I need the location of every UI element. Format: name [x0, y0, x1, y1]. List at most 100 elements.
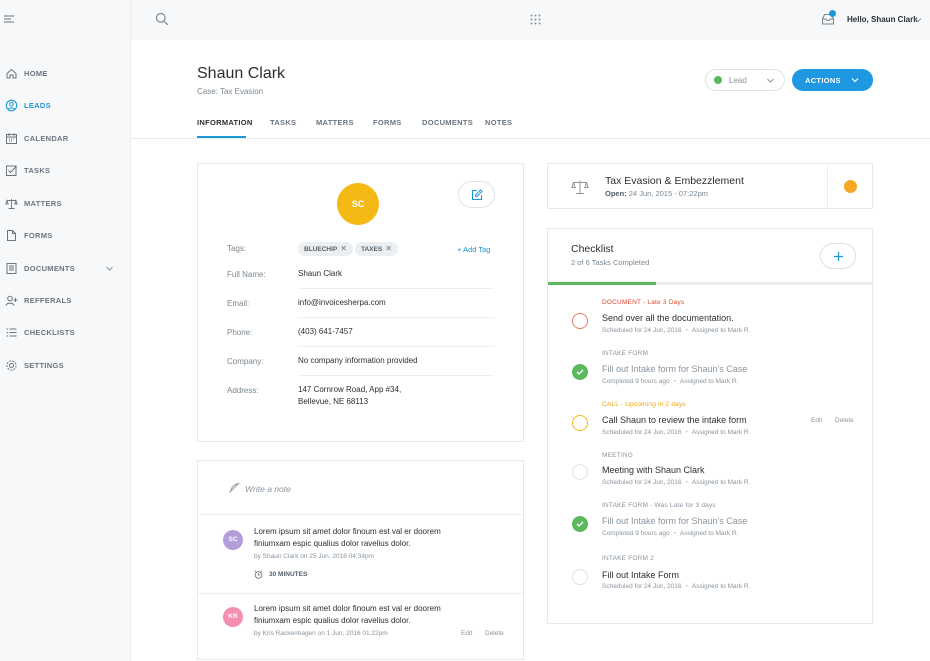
- tab-tasks[interactable]: TASKS: [270, 118, 296, 127]
- full-name-value: Shaun Clark: [298, 269, 343, 278]
- task-checkbox[interactable]: [572, 313, 588, 329]
- sidebar-item-label: LEADS: [24, 101, 51, 110]
- task-category: INTAKE FORM - Was Late for 3 days: [602, 502, 716, 509]
- task-name[interactable]: Fill out Intake form for Shaun's Case: [602, 364, 747, 374]
- divider: [298, 317, 494, 318]
- note-input[interactable]: Write a note: [198, 461, 523, 515]
- note-placeholder: Write a note: [245, 484, 291, 494]
- chevron-down-icon[interactable]: [914, 16, 922, 24]
- sidebar-item-documents[interactable]: DOCUMENTS: [0, 258, 131, 280]
- task-checkbox[interactable]: [572, 464, 588, 480]
- note-duration: 30 MINUTES: [254, 570, 307, 579]
- field-label: Email:: [227, 299, 250, 308]
- sidebar-item-refferals[interactable]: REFFERALS: [0, 290, 131, 312]
- chevron-down-icon[interactable]: [105, 264, 114, 273]
- home-icon: [6, 68, 17, 79]
- contact-info-card: SC Tags: BLUECHIP ✕ TAXES ✕ + Add Tag Full…: [197, 163, 524, 442]
- calendar-icon: [6, 133, 17, 144]
- check-icon: [576, 369, 584, 375]
- sidebar-item-leads[interactable]: LEADS: [0, 95, 131, 117]
- task-name[interactable]: Send over all the documentation.: [602, 313, 734, 323]
- tab-information[interactable]: INFORMATION: [197, 118, 253, 127]
- phone-value: (403) 641-7457: [298, 327, 353, 336]
- edit-note-link[interactable]: Edit: [461, 630, 472, 637]
- note-meta: by Kris Rackenhagen on 1 Jun, 2016 01:22…: [254, 630, 388, 637]
- task-assignee: Assigned to Mark R.: [691, 583, 751, 590]
- check-icon: [576, 521, 584, 527]
- note-text-line: Lorem ipsum sit amet dolor finoum est va…: [254, 604, 441, 613]
- task-schedule: Completed 9 hours ago: [602, 378, 670, 385]
- sidebar-item-label: DOCUMENTS: [24, 264, 76, 273]
- task-assignee: Assigned to Mark R.: [691, 429, 751, 436]
- documents-icon: [6, 263, 17, 274]
- tag-chip[interactable]: BLUECHIP ✕: [298, 242, 353, 256]
- delete-task-link[interactable]: Delete: [835, 417, 854, 424]
- tab-notes[interactable]: NOTES: [485, 118, 512, 127]
- edit-contact-button[interactable]: [458, 181, 495, 208]
- sidebar-item-home[interactable]: HOME: [0, 63, 131, 85]
- avatar: KR: [223, 607, 243, 627]
- checklist-title: Checklist: [571, 243, 614, 255]
- delete-note-link[interactable]: Delete: [485, 630, 504, 637]
- sidebar-item-tasks[interactable]: TASKS: [0, 160, 131, 182]
- task-checkbox[interactable]: [572, 364, 588, 380]
- task-assignee: Assigned to Mark R.: [679, 530, 739, 537]
- sidebar-item-calendar[interactable]: CALENDAR: [0, 128, 131, 150]
- note-duration-label: 30 MINUTES: [269, 571, 308, 579]
- search-icon[interactable]: [155, 12, 169, 26]
- tab-documents[interactable]: DOCUMENTS: [422, 118, 473, 127]
- address-line-1: 147 Cornrow Road, App #34,: [298, 385, 402, 394]
- task-schedule: Scheduled for 24 Jun, 2016: [602, 479, 682, 486]
- matter-open-label: Open:: [605, 189, 627, 198]
- task-schedule: Scheduled for 24 Jun, 2016: [602, 583, 682, 590]
- task-meta: Completed 9 hours ago • Assigned to Mark R…: [602, 530, 739, 537]
- sidebar-item-label: CHECKLISTS: [24, 328, 75, 337]
- task-category: INTAKE FORM: [602, 350, 649, 357]
- list-icon: [6, 328, 17, 337]
- remove-tag-icon[interactable]: ✕: [385, 244, 392, 253]
- actions-button[interactable]: ACTIONS: [792, 69, 873, 91]
- sidebar-item-settings[interactable]: SETTINGS: [0, 355, 131, 377]
- task-checkbox[interactable]: [572, 516, 588, 532]
- apps-grid-icon[interactable]: [530, 14, 541, 25]
- tag-label: BLUECHIP: [304, 246, 338, 253]
- task-checkbox[interactable]: [572, 569, 588, 585]
- add-user-icon: [5, 295, 18, 306]
- add-tag-link[interactable]: + Add Tag: [457, 245, 490, 254]
- status-select[interactable]: Lead: [705, 69, 785, 91]
- page-title: Shaun Clark: [197, 65, 286, 82]
- checkbox-icon: [6, 165, 17, 176]
- menu-icon[interactable]: [4, 14, 14, 24]
- notes-card: Write a note SC Lorem ipsum sit amet dol…: [197, 460, 524, 660]
- task-name[interactable]: Fill out Intake Form: [602, 570, 679, 580]
- tag-chip[interactable]: TAXES ✕: [355, 242, 398, 256]
- avatar: SC: [223, 530, 243, 550]
- tab-matters[interactable]: MATTERS: [316, 118, 354, 127]
- task-checkbox[interactable]: [572, 415, 588, 431]
- tab-forms[interactable]: FORMS: [373, 118, 402, 127]
- task-name[interactable]: Fill out Intake form for Shaun's Case: [602, 516, 747, 526]
- remove-tag-icon[interactable]: ✕: [340, 244, 347, 253]
- task-category: CALL - Upcoming in 2 days: [602, 401, 686, 408]
- field-label: Full Name:: [227, 270, 266, 279]
- task-assignee: Assigned to Mark R.: [691, 479, 751, 486]
- sidebar-item-forms[interactable]: FORMS: [0, 225, 131, 247]
- task-name[interactable]: Meeting with Shaun Clark: [602, 465, 705, 475]
- sidebar-item-checklists[interactable]: CHECKLISTS: [0, 322, 131, 344]
- matter-status-dot: [844, 180, 857, 193]
- task-name[interactable]: Call Shaun to review the intake form: [602, 415, 747, 425]
- task-meta: Scheduled for 24 Jun, 2016 • Assigned to M…: [602, 583, 751, 590]
- field-label: Address:: [227, 386, 259, 395]
- matter-card[interactable]: Tax Evasion & Embezzlement Open: 24 Jun,…: [547, 163, 873, 209]
- user-greeting[interactable]: Hello, Shaun Clark: [847, 15, 918, 24]
- address-line-2: Bellevue, NE 68113: [298, 397, 369, 406]
- note-meta: by Shaun Clark on 25 Jun, 2016 04:34pm: [254, 553, 374, 560]
- divider: [298, 375, 494, 376]
- add-task-button[interactable]: [820, 243, 856, 269]
- field-label: Company:: [227, 357, 264, 366]
- sidebar-item-matters[interactable]: MATTERS: [0, 193, 131, 215]
- alarm-clock-icon: [254, 570, 263, 579]
- checklist-progress-bar: [548, 282, 872, 285]
- checklist-card: Checklist 2 of 6 Tasks Completed DOCUMEN…: [547, 228, 873, 624]
- edit-task-link[interactable]: Edit: [811, 417, 822, 424]
